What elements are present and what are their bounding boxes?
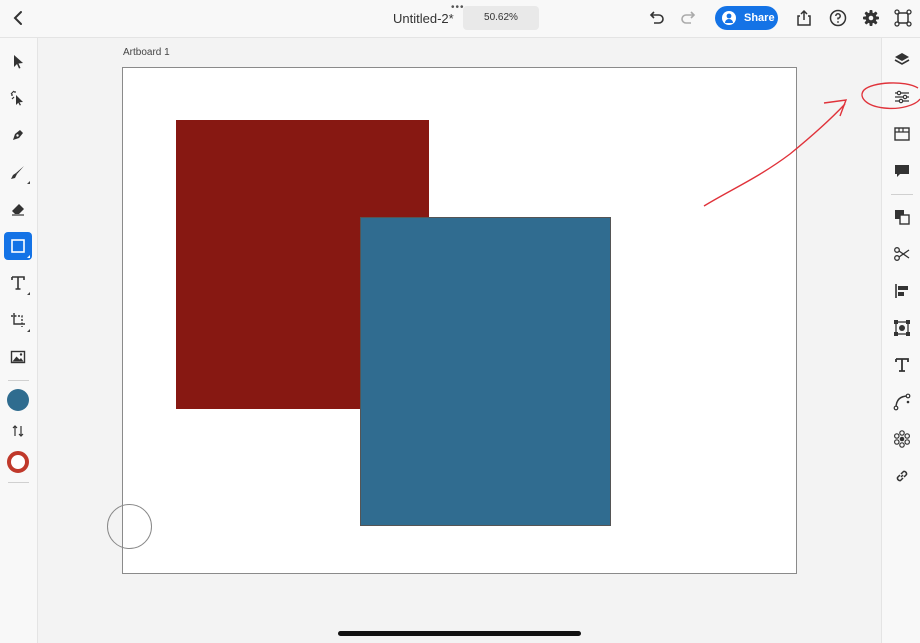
annotation-arrow (703, 103, 846, 207)
annotation-overlay (703, 82, 920, 207)
annotation-circle (861, 82, 920, 110)
home-indicator (338, 631, 581, 636)
